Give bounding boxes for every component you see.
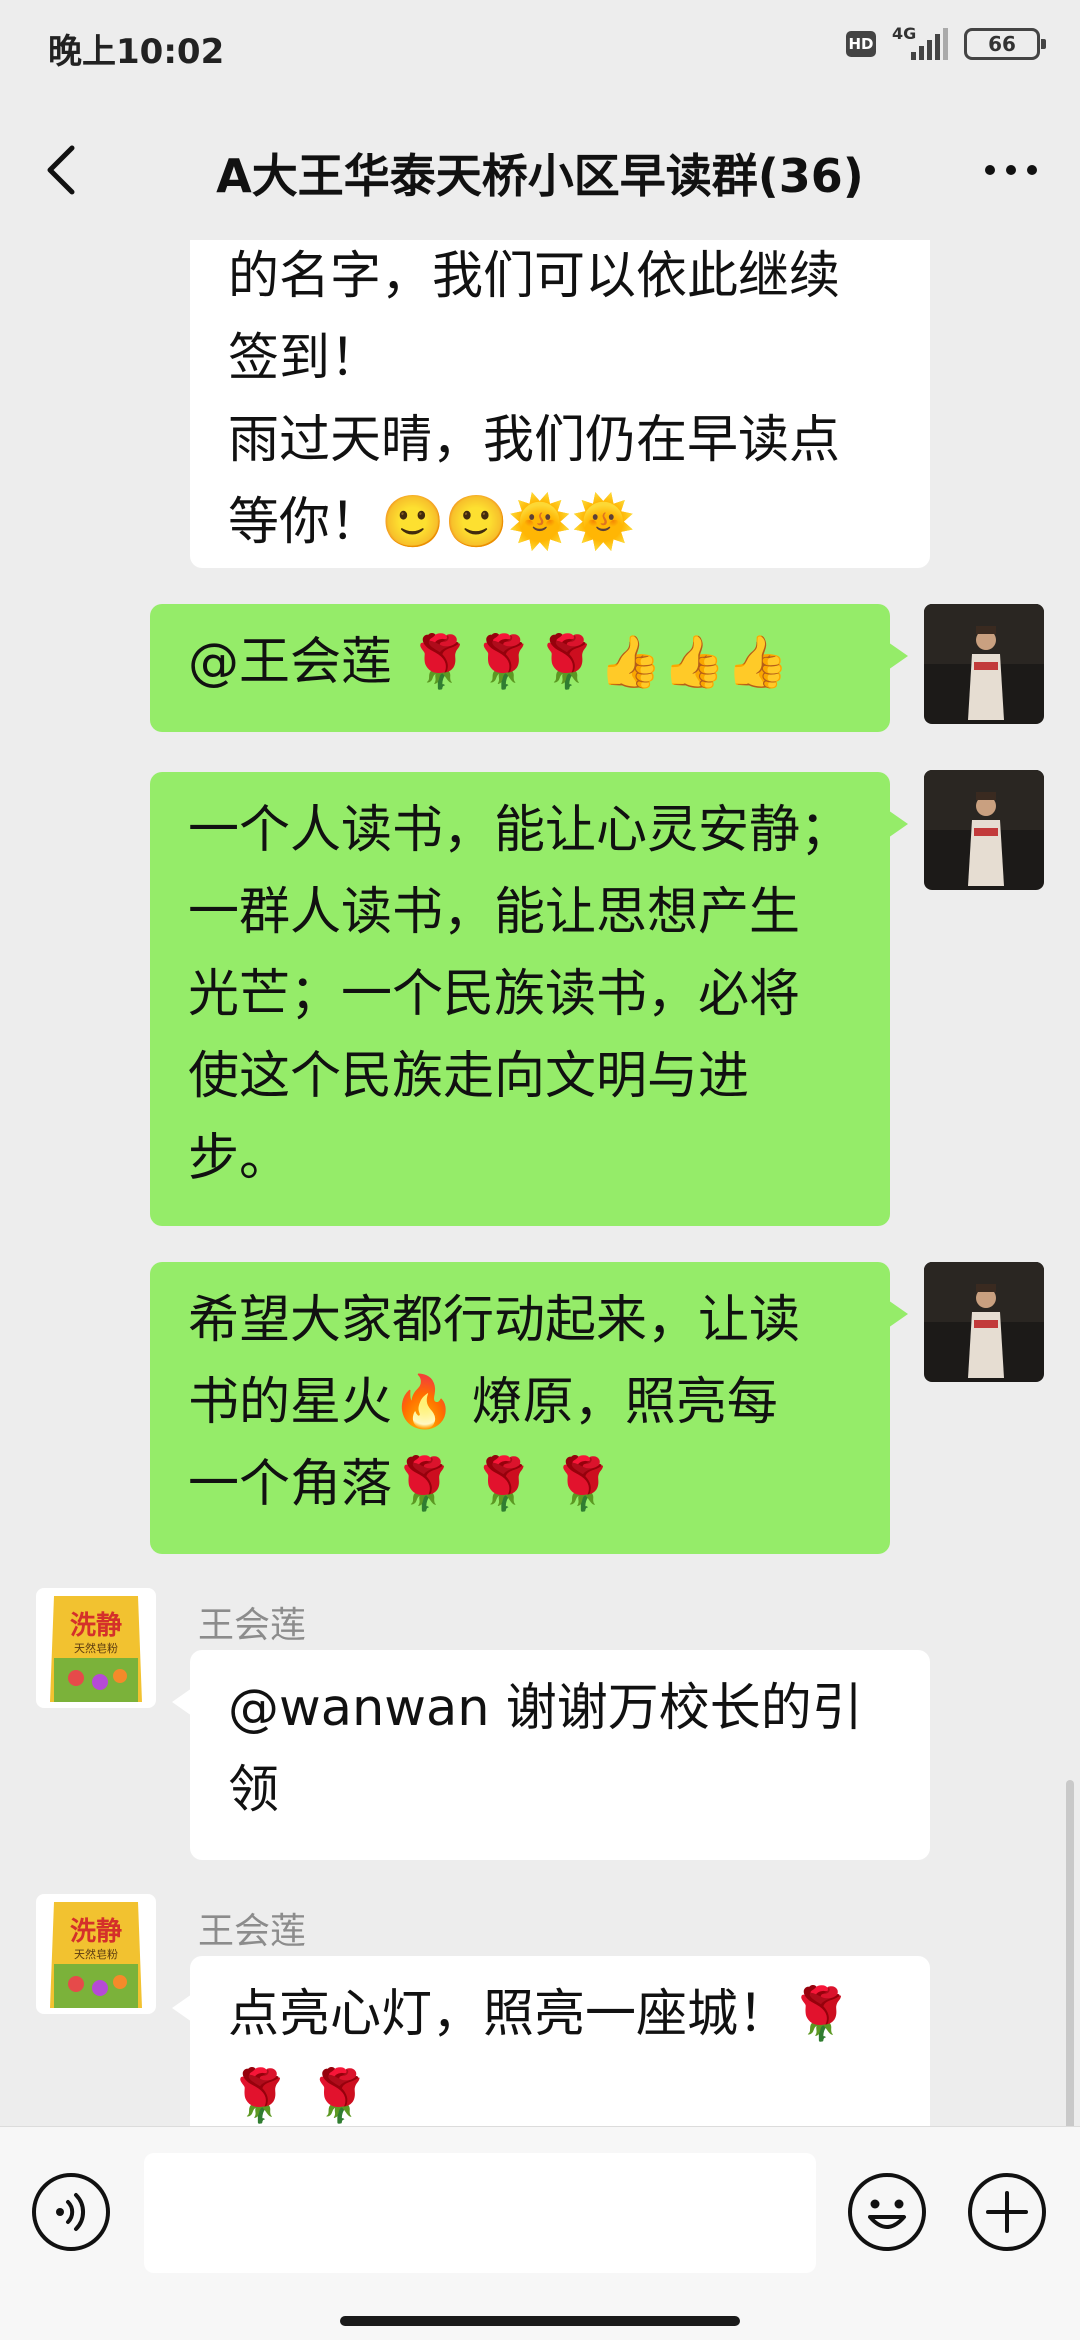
chat-title: A大王华泰天桥小区早读群(36) <box>216 149 864 203</box>
product-avatar-icon: 洗静 天然皂粉 <box>36 1588 156 1708</box>
status-icons: HD 4G 66 <box>846 24 1046 64</box>
message-line: 希望大家都行动起来，让读 <box>188 1291 801 1350</box>
message-bubble[interactable]: @wanwan 谢谢万校长的引 领 <box>172 1650 930 1860</box>
emoji-button[interactable] <box>846 2171 928 2253</box>
product-sub: 天然皂粉 <box>74 1641 118 1655</box>
message-line: 雨过天晴，我们仍在早读点 <box>228 411 841 470</box>
avatar[interactable]: 洗静 天然皂粉 <box>36 1588 156 1708</box>
avatar[interactable] <box>924 770 1044 890</box>
user-photo-icon <box>924 604 1044 724</box>
message-line: 点亮心灯，照亮一座城！🌹 <box>228 1985 853 2044</box>
message-line: @wanwan 谢谢万校长的引 <box>228 1679 863 1738</box>
message-bubble[interactable]: 的名字，我们可以依此继续 签到！ 雨过天晴，我们仍在早读点 等你！🙂🙂🌞🌞 <box>190 240 930 568</box>
message-line: 一个角落🌹 🌹 🌹 <box>188 1455 615 1514</box>
plus-icon <box>968 2173 1046 2251</box>
avatar[interactable] <box>924 1262 1044 1382</box>
product-sub: 天然皂粉 <box>74 1947 118 1961</box>
product-avatar-icon: 洗静 天然皂粉 <box>36 1894 156 2014</box>
message-line: 书的星火🔥 燎原，照亮每 <box>188 1373 778 1432</box>
message-line: 领 <box>228 1761 280 1820</box>
battery-level: 66 <box>988 32 1016 56</box>
voice-button[interactable] <box>30 2171 112 2253</box>
message-bubble[interactable]: 点亮心灯，照亮一座城！🌹 🌹 🌹 <box>172 1956 930 2126</box>
battery-icon: 66 <box>964 28 1046 60</box>
more-dots-icon <box>985 165 1037 175</box>
chevron-left-icon <box>47 145 75 195</box>
input-bar <box>0 2126 1080 2340</box>
signal-icon: 4G <box>892 24 948 64</box>
status-time: 晚上10:02 <box>48 32 225 72</box>
message-line: 的名字，我们可以依此继续 <box>228 247 841 306</box>
voice-icon <box>32 2173 110 2251</box>
more-button[interactable] <box>966 134 1056 206</box>
plus-button[interactable] <box>966 2171 1048 2253</box>
status-bar: 晚上10:02 HD 4G 66 <box>0 0 1080 96</box>
chat-header: A大王华泰天桥小区早读群(36) <box>0 96 1080 240</box>
message-bubble[interactable]: 一个人读书，能让心灵安静； 一群人读书，能让思想产生 光芒；一个民族读书，必将 … <box>150 772 908 1226</box>
product-brand: 洗静 <box>70 1610 122 1641</box>
user-photo-icon <box>924 770 1044 890</box>
sender-name[interactable]: 王会莲 <box>198 1902 306 1954</box>
message-line: 光芒；一个民族读书，必将 <box>188 965 801 1024</box>
user-photo-icon <box>924 1262 1044 1382</box>
emoji-icon <box>848 2173 926 2251</box>
scrollbar[interactable] <box>1066 1780 1074 2126</box>
message-line: 等你！🙂🙂🌞🌞 <box>228 493 636 552</box>
avatar[interactable] <box>924 604 1044 724</box>
message-bubble[interactable]: @王会莲 🌹🌹🌹👍👍👍 <box>150 604 908 732</box>
message-line: 一群人读书，能让思想产生 <box>188 883 801 942</box>
message-line: 步。 <box>188 1129 291 1188</box>
message-input[interactable] <box>144 2153 816 2273</box>
message-line: 🌹 🌹 <box>228 2067 372 2126</box>
sender-name[interactable]: 王会莲 <box>198 1596 306 1648</box>
home-indicator[interactable] <box>340 2316 740 2326</box>
back-button[interactable] <box>28 134 100 206</box>
message-line: @王会莲 🌹🌹🌹👍👍👍 <box>188 633 790 692</box>
chat-area[interactable]: 的名字，我们可以依此继续 签到！ 雨过天晴，我们仍在早读点 等你！🙂🙂🌞🌞 @王… <box>0 240 1080 2126</box>
hd-icon: HD <box>846 31 876 57</box>
product-brand: 洗静 <box>70 1916 122 1947</box>
message-line: 使这个民族走向文明与进 <box>188 1047 750 1106</box>
avatar[interactable]: 洗静 天然皂粉 <box>36 1894 156 2014</box>
message-line: 一个人读书，能让心灵安静； <box>188 801 852 860</box>
message-line: 签到！ <box>228 329 382 388</box>
message-bubble[interactable]: 希望大家都行动起来，让读 书的星火🔥 燎原，照亮每 一个角落🌹 🌹 🌹 <box>150 1262 908 1554</box>
